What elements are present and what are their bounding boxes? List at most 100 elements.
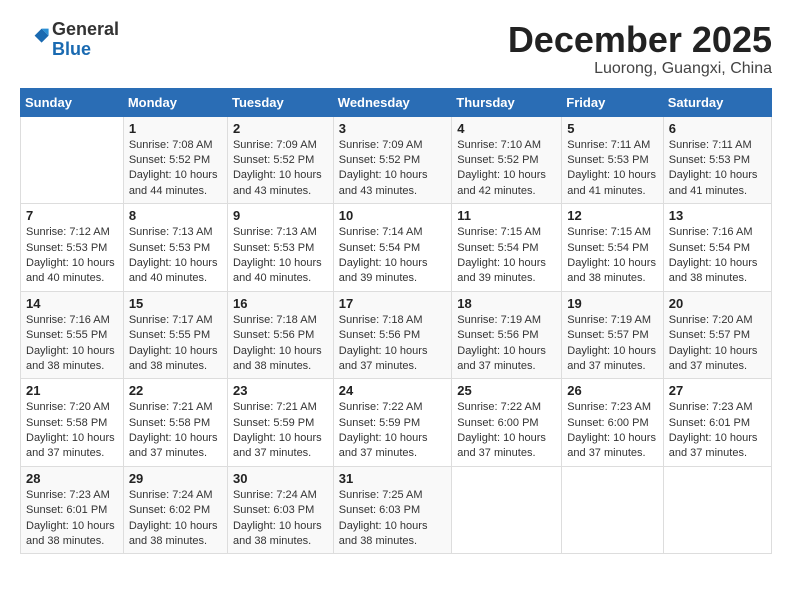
day-info: Sunrise: 7:24 AM Sunset: 6:03 PM Dayligh… bbox=[233, 488, 328, 550]
day-info: Sunrise: 7:25 AM Sunset: 6:03 PM Dayligh… bbox=[339, 488, 446, 550]
title-block: December 2025 Luorong, Guangxi, China bbox=[508, 20, 772, 78]
calendar-cell: 20 Sunrise: 7:20 AM Sunset: 5:57 PM Dayli… bbox=[663, 291, 771, 379]
calendar-cell: 4 Sunrise: 7:10 AM Sunset: 5:52 PM Daylig… bbox=[452, 116, 562, 204]
calendar-cell: 22 Sunrise: 7:21 AM Sunset: 5:58 PM Dayli… bbox=[123, 379, 227, 467]
day-info: Sunrise: 7:11 AM Sunset: 5:53 PM Dayligh… bbox=[567, 138, 657, 200]
week-row-1: 1 Sunrise: 7:08 AM Sunset: 5:52 PM Daylig… bbox=[21, 116, 772, 204]
weekday-header-row: SundayMondayTuesdayWednesdayThursdayFrid… bbox=[21, 88, 772, 116]
day-info: Sunrise: 7:09 AM Sunset: 5:52 PM Dayligh… bbox=[339, 138, 446, 200]
day-info: Sunrise: 7:22 AM Sunset: 6:00 PM Dayligh… bbox=[457, 400, 556, 462]
logo: General Blue bbox=[20, 20, 119, 60]
calendar-cell: 8Sunrise: 7:13 AM Sunset: 5:53 PM Daylig… bbox=[123, 204, 227, 292]
day-info: Sunrise: 7:22 AM Sunset: 5:59 PM Dayligh… bbox=[339, 400, 446, 462]
week-row-4: 21Sunrise: 7:20 AM Sunset: 5:58 PM Dayli… bbox=[21, 379, 772, 467]
weekday-header-monday: Monday bbox=[123, 88, 227, 116]
day-number: 28 bbox=[26, 471, 118, 486]
calendar-cell: 23 Sunrise: 7:21 AM Sunset: 5:59 PM Dayli… bbox=[227, 379, 333, 467]
week-row-2: 7 Sunrise: 7:12 AM Sunset: 5:53 PM Daylig… bbox=[21, 204, 772, 292]
day-info: Sunrise: 7:17 AM Sunset: 5:55 PM Dayligh… bbox=[129, 313, 222, 375]
calendar-cell: 1 Sunrise: 7:08 AM Sunset: 5:52 PM Daylig… bbox=[123, 116, 227, 204]
day-number: 11 bbox=[457, 208, 556, 223]
day-number: 13 bbox=[669, 208, 766, 223]
calendar-cell: 3 Sunrise: 7:09 AM Sunset: 5:52 PM Daylig… bbox=[333, 116, 451, 204]
weekday-header-thursday: Thursday bbox=[452, 88, 562, 116]
day-info: Sunrise: 7:12 AM Sunset: 5:53 PM Dayligh… bbox=[26, 225, 118, 287]
day-info: Sunrise: 7:18 AM Sunset: 5:56 PM Dayligh… bbox=[339, 313, 446, 375]
calendar-cell: 14Sunrise: 7:16 AM Sunset: 5:55 PM Dayli… bbox=[21, 291, 124, 379]
day-info: Sunrise: 7:24 AM Sunset: 6:02 PM Dayligh… bbox=[129, 488, 222, 550]
week-row-3: 14Sunrise: 7:16 AM Sunset: 5:55 PM Dayli… bbox=[21, 291, 772, 379]
calendar-cell: 17Sunrise: 7:18 AM Sunset: 5:56 PM Dayli… bbox=[333, 291, 451, 379]
day-number: 1 bbox=[129, 121, 222, 136]
calendar-cell: 12 Sunrise: 7:15 AM Sunset: 5:54 PM Dayli… bbox=[562, 204, 663, 292]
day-number: 23 bbox=[233, 383, 328, 398]
day-info: Sunrise: 7:20 AM Sunset: 5:57 PM Dayligh… bbox=[669, 313, 766, 375]
day-number: 20 bbox=[669, 296, 766, 311]
calendar-cell: 10Sunrise: 7:14 AM Sunset: 5:54 PM Dayli… bbox=[333, 204, 451, 292]
day-number: 12 bbox=[567, 208, 657, 223]
weekday-header-friday: Friday bbox=[562, 88, 663, 116]
day-number: 14 bbox=[26, 296, 118, 311]
day-number: 19 bbox=[567, 296, 657, 311]
day-number: 4 bbox=[457, 121, 556, 136]
day-number: 25 bbox=[457, 383, 556, 398]
logo-icon bbox=[22, 23, 50, 51]
day-info: Sunrise: 7:15 AM Sunset: 5:54 PM Dayligh… bbox=[457, 225, 556, 287]
calendar-cell bbox=[562, 466, 663, 554]
day-number: 6 bbox=[669, 121, 766, 136]
day-info: Sunrise: 7:23 AM Sunset: 6:01 PM Dayligh… bbox=[26, 488, 118, 550]
day-info: Sunrise: 7:13 AM Sunset: 5:53 PM Dayligh… bbox=[233, 225, 328, 287]
calendar-cell: 16Sunrise: 7:18 AM Sunset: 5:56 PM Dayli… bbox=[227, 291, 333, 379]
day-info: Sunrise: 7:11 AM Sunset: 5:53 PM Dayligh… bbox=[669, 138, 766, 200]
day-info: Sunrise: 7:10 AM Sunset: 5:52 PM Dayligh… bbox=[457, 138, 556, 200]
day-number: 18 bbox=[457, 296, 556, 311]
calendar-cell: 13Sunrise: 7:16 AM Sunset: 5:54 PM Dayli… bbox=[663, 204, 771, 292]
day-info: Sunrise: 7:21 AM Sunset: 5:58 PM Dayligh… bbox=[129, 400, 222, 462]
calendar-cell: 25 Sunrise: 7:22 AM Sunset: 6:00 PM Dayli… bbox=[452, 379, 562, 467]
day-number: 31 bbox=[339, 471, 446, 486]
calendar-cell: 11 Sunrise: 7:15 AM Sunset: 5:54 PM Dayli… bbox=[452, 204, 562, 292]
calendar-cell: 7 Sunrise: 7:12 AM Sunset: 5:53 PM Daylig… bbox=[21, 204, 124, 292]
day-number: 21 bbox=[26, 383, 118, 398]
day-number: 10 bbox=[339, 208, 446, 223]
day-info: Sunrise: 7:19 AM Sunset: 5:57 PM Dayligh… bbox=[567, 313, 657, 375]
weekday-header-sunday: Sunday bbox=[21, 88, 124, 116]
calendar-cell: 5 Sunrise: 7:11 AM Sunset: 5:53 PM Daylig… bbox=[562, 116, 663, 204]
logo-blue-text: Blue bbox=[52, 39, 91, 59]
month-title: December 2025 bbox=[508, 20, 772, 60]
day-number: 16 bbox=[233, 296, 328, 311]
day-number: 9 bbox=[233, 208, 328, 223]
day-info: Sunrise: 7:09 AM Sunset: 5:52 PM Dayligh… bbox=[233, 138, 328, 200]
day-info: Sunrise: 7:21 AM Sunset: 5:59 PM Dayligh… bbox=[233, 400, 328, 462]
day-info: Sunrise: 7:08 AM Sunset: 5:52 PM Dayligh… bbox=[129, 138, 222, 200]
day-number: 2 bbox=[233, 121, 328, 136]
day-number: 8 bbox=[129, 208, 222, 223]
calendar-cell: 30Sunrise: 7:24 AM Sunset: 6:03 PM Dayli… bbox=[227, 466, 333, 554]
day-number: 22 bbox=[129, 383, 222, 398]
calendar-cell: 15 Sunrise: 7:17 AM Sunset: 5:55 PM Dayli… bbox=[123, 291, 227, 379]
weekday-header-wednesday: Wednesday bbox=[333, 88, 451, 116]
weekday-header-saturday: Saturday bbox=[663, 88, 771, 116]
day-number: 24 bbox=[339, 383, 446, 398]
calendar-cell: 24 Sunrise: 7:22 AM Sunset: 5:59 PM Dayli… bbox=[333, 379, 451, 467]
calendar-cell: 28 Sunrise: 7:23 AM Sunset: 6:01 PM Dayli… bbox=[21, 466, 124, 554]
calendar-cell: 29Sunrise: 7:24 AM Sunset: 6:02 PM Dayli… bbox=[123, 466, 227, 554]
calendar-cell: 26 Sunrise: 7:23 AM Sunset: 6:00 PM Dayli… bbox=[562, 379, 663, 467]
day-number: 27 bbox=[669, 383, 766, 398]
day-number: 7 bbox=[26, 208, 118, 223]
calendar-cell: 21Sunrise: 7:20 AM Sunset: 5:58 PM Dayli… bbox=[21, 379, 124, 467]
day-info: Sunrise: 7:15 AM Sunset: 5:54 PM Dayligh… bbox=[567, 225, 657, 287]
calendar-cell: 9 Sunrise: 7:13 AM Sunset: 5:53 PM Daylig… bbox=[227, 204, 333, 292]
day-number: 5 bbox=[567, 121, 657, 136]
calendar-cell bbox=[21, 116, 124, 204]
weekday-header-tuesday: Tuesday bbox=[227, 88, 333, 116]
calendar-cell: 31 Sunrise: 7:25 AM Sunset: 6:03 PM Dayli… bbox=[333, 466, 451, 554]
day-number: 3 bbox=[339, 121, 446, 136]
day-info: Sunrise: 7:23 AM Sunset: 6:00 PM Dayligh… bbox=[567, 400, 657, 462]
calendar-cell: 6 Sunrise: 7:11 AM Sunset: 5:53 PM Daylig… bbox=[663, 116, 771, 204]
calendar-cell bbox=[452, 466, 562, 554]
location-subtitle: Luorong, Guangxi, China bbox=[508, 60, 772, 78]
day-number: 26 bbox=[567, 383, 657, 398]
calendar-cell bbox=[663, 466, 771, 554]
day-number: 15 bbox=[129, 296, 222, 311]
